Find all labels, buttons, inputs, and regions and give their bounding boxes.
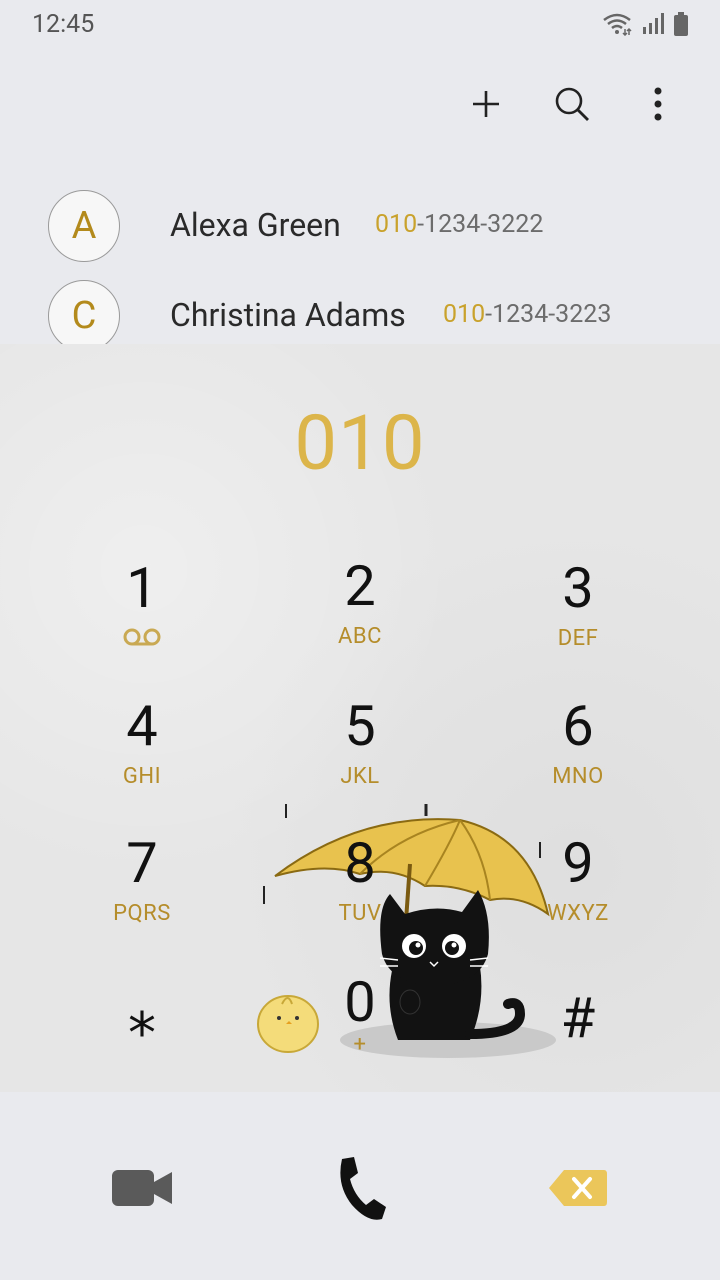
dial-key-4[interactable]: 4 GHI (62, 694, 222, 814)
key-digit: 8 (344, 830, 376, 896)
dial-key-6[interactable]: 6 MNO (498, 694, 658, 814)
video-call-button[interactable] (97, 1148, 187, 1228)
more-options-button[interactable] (636, 78, 680, 130)
status-bar: 12:45 (0, 0, 720, 48)
dial-key-2[interactable]: 2 ABC (280, 554, 440, 674)
contact-name: Alexa Green (170, 206, 341, 244)
key-digit: 9 (562, 830, 594, 896)
bottom-bar (0, 1092, 720, 1280)
dial-key-9[interactable]: 9 WXYZ (498, 831, 658, 951)
contact-number: 010-1234-3223 (443, 300, 611, 329)
dial-key-5[interactable]: 5 JKL (280, 694, 440, 814)
number-match: 010 (443, 300, 486, 329)
key-digit: # (560, 985, 596, 1051)
video-call-icon (112, 1170, 172, 1206)
status-icons (602, 12, 688, 36)
dial-key-8[interactable]: 8 TUV (280, 831, 440, 951)
call-button[interactable] (315, 1148, 405, 1228)
number-rest: -1234-3222 (417, 210, 544, 239)
search-icon (555, 87, 589, 121)
contact-row[interactable]: A Alexa Green 010-1234-3222 (0, 186, 720, 276)
contact-name: Christina Adams (170, 296, 406, 334)
battery-icon (674, 12, 688, 36)
key-digit: 0 (344, 969, 376, 1035)
signal-icon (643, 13, 664, 34)
more-vert-icon (654, 87, 662, 121)
key-digit: 2 (344, 553, 376, 619)
key-letters: MNO (552, 764, 604, 789)
key-letters: JKL (340, 764, 380, 789)
dial-key-7[interactable]: 7 PQRS (62, 831, 222, 951)
key-digit: 3 (562, 555, 594, 621)
voicemail-icon (123, 628, 161, 646)
backspace-button[interactable] (533, 1148, 623, 1228)
key-digit: 6 (562, 693, 594, 759)
key-letters: TUV (338, 901, 382, 926)
key-letters: PQRS (113, 901, 171, 926)
backspace-icon (549, 1170, 607, 1206)
key-digit: 7 (126, 830, 158, 896)
contact-number: 010-1234-3222 (375, 210, 543, 239)
toolbar (464, 78, 680, 130)
plus-icon (473, 91, 499, 117)
avatar: A (48, 190, 120, 262)
key-letters: ABC (338, 624, 382, 649)
number-match: 010 (375, 210, 418, 239)
key-digit: ⁎ (128, 983, 156, 1049)
avatar: C (48, 280, 120, 352)
key-letters: + (353, 1032, 367, 1057)
key-digit: 4 (126, 693, 158, 759)
key-digit: 1 (126, 555, 158, 621)
dial-key-0[interactable]: 0 + (280, 970, 440, 1090)
status-time: 12:45 (32, 10, 95, 39)
contact-suggestions: A Alexa Green 010-1234-3222 C Christina … (0, 186, 720, 366)
dialpad: 010 1 2 ABC 3 DEF 4 GHI 5 JKL 6 MNO 7 PQ… (0, 344, 720, 1092)
add-contact-button[interactable] (464, 78, 508, 130)
key-digit: 5 (344, 693, 376, 759)
wifi-icon (603, 13, 632, 36)
dial-key-1[interactable]: 1 (62, 556, 222, 676)
entered-number[interactable]: 010 (0, 398, 720, 488)
number-rest: -1234-3223 (485, 300, 612, 329)
dial-key-star[interactable]: ⁎ (62, 984, 222, 1092)
search-button[interactable] (550, 78, 594, 130)
key-letters: GHI (122, 764, 162, 789)
key-letters: WXYZ (547, 901, 609, 926)
dial-key-hash[interactable]: # (498, 986, 658, 1092)
phone-icon (340, 1157, 386, 1220)
dial-key-3[interactable]: 3 DEF (498, 556, 658, 676)
key-letters: DEF (557, 626, 599, 651)
